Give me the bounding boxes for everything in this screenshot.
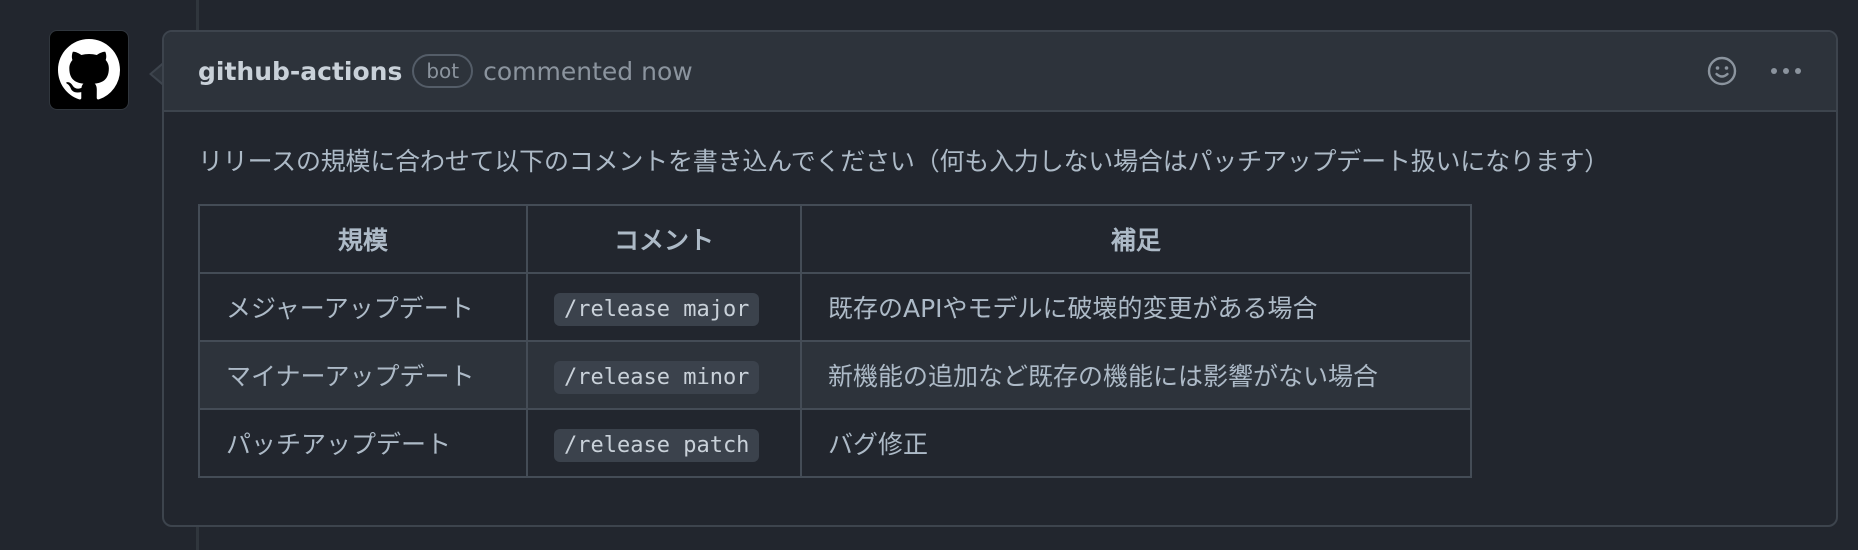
- table-cell-comment: /release patch: [526, 408, 802, 478]
- table-cell-comment: /release major: [526, 272, 802, 342]
- table-header-comment: コメント: [526, 204, 802, 274]
- table-cell-scale: マイナーアップデート: [198, 340, 528, 410]
- table-cell-note: 既存のAPIやモデルに破壊的変更がある場合: [800, 272, 1472, 342]
- table-cell-note: 新機能の追加など既存の機能には影響がない場合: [800, 340, 1472, 410]
- release-table: 規模 コメント 補足 メジャーアップデート /release major 既存の…: [198, 204, 1472, 478]
- comment-body: リリースの規模に合わせて以下のコメントを書き込んでください（何も入力しない場合は…: [164, 112, 1836, 508]
- table-header-scale: 規模: [198, 204, 528, 274]
- command-code: /release minor: [554, 360, 760, 394]
- command-code: /release major: [554, 292, 760, 326]
- avatar[interactable]: [49, 30, 129, 110]
- github-logo-icon: [58, 39, 120, 100]
- reaction-button[interactable]: [1706, 55, 1738, 87]
- table-cell-note: バグ修正: [800, 408, 1472, 478]
- author-link[interactable]: github-actions: [198, 57, 402, 86]
- comment-header: github-actions bot commented now: [164, 32, 1836, 112]
- header-actions: [1706, 55, 1804, 87]
- comment-timestamp[interactable]: commented now: [483, 57, 693, 86]
- comment-intro-text: リリースの規模に合わせて以下のコメントを書き込んでください（何も入力しない場合は…: [198, 147, 1610, 176]
- table-cell-scale: メジャーアップデート: [198, 272, 528, 342]
- table-row: マイナーアップデート /release minor 新機能の追加など既存の機能に…: [198, 340, 1472, 410]
- bot-badge: bot: [412, 54, 474, 88]
- table-row: メジャーアップデート /release major 既存のAPIやモデルに破壊的…: [198, 272, 1472, 342]
- table-row: パッチアップデート /release patch バグ修正: [198, 408, 1472, 478]
- comment-menu-button[interactable]: [1768, 55, 1804, 87]
- smiley-icon: [1707, 56, 1737, 86]
- table-cell-comment: /release minor: [526, 340, 802, 410]
- kebab-horizontal-icon: [1771, 68, 1801, 74]
- command-code: /release patch: [554, 428, 760, 462]
- table-header-note: 補足: [800, 204, 1472, 274]
- table-cell-scale: パッチアップデート: [198, 408, 528, 478]
- table-header-row: 規模 コメント 補足: [198, 204, 1472, 274]
- comment-box: github-actions bot commented now リリースの規模…: [162, 30, 1838, 527]
